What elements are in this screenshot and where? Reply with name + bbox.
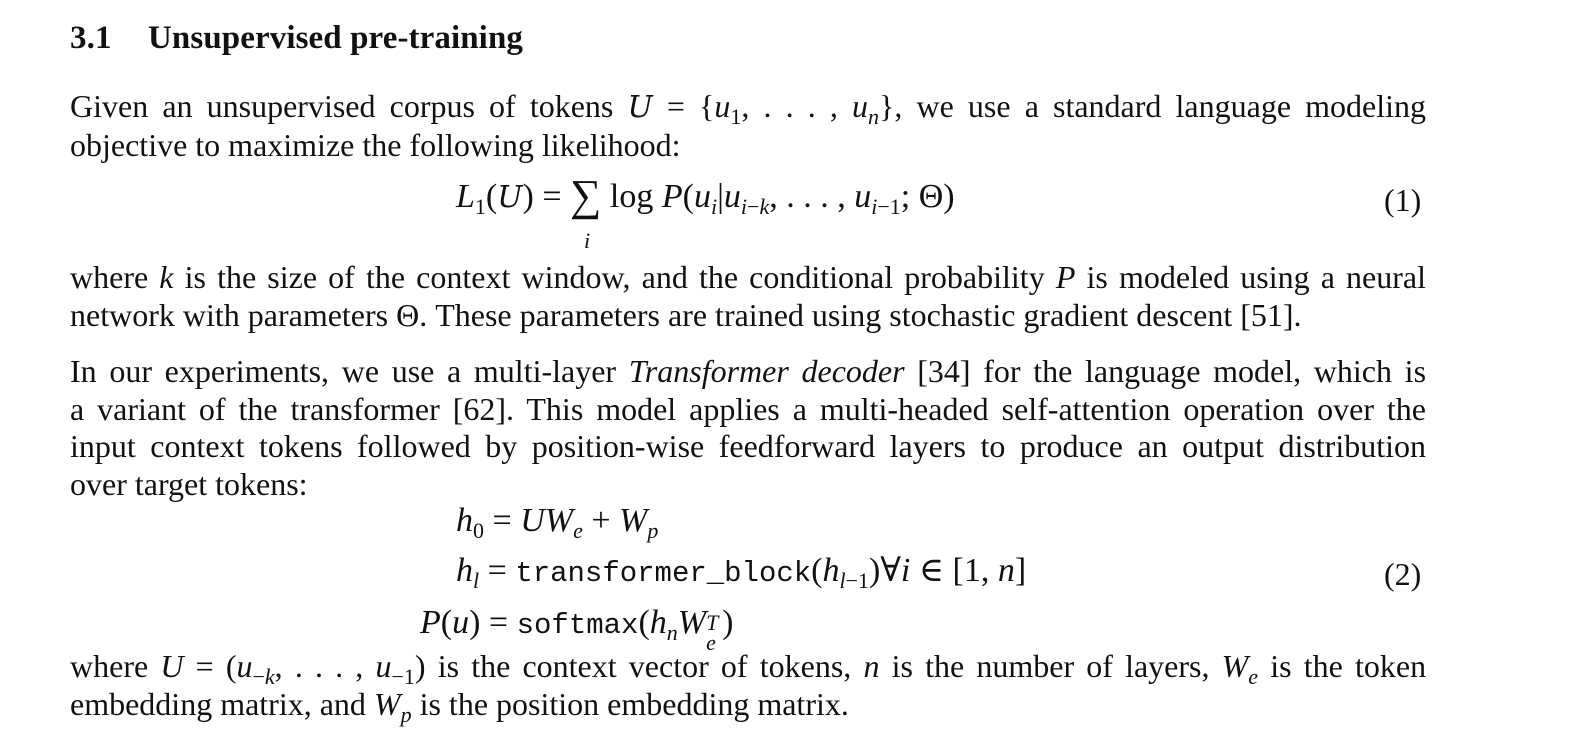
paragraph-line: over target tokens: <box>70 465 308 502</box>
paragraph-definitions: where U = (u−k, . . . , u−1) is the cont… <box>70 648 1427 727</box>
paragraph-line: input context tokens followed by positio… <box>70 428 1426 464</box>
paragraph-line: In our experiments, we use a multi-layer… <box>70 353 1427 389</box>
paragraph-context-window: where k is the size of the context windo… <box>70 259 1426 334</box>
equation-2-line-2: hl = transformer_block(hl−1)∀i ∈ [1, n] <box>456 552 1027 593</box>
paragraph-line: network with parameters Θ. These paramet… <box>70 296 1302 333</box>
paragraph-transformer: In our experiments, we use a multi-layer… <box>70 353 1426 503</box>
paragraph-line: objective to maximize the following like… <box>70 126 681 163</box>
paragraph-intro: Given an unsupervised corpus of tokens U… <box>70 88 1426 164</box>
section-title: Unsupervised pre-training <box>148 20 524 56</box>
paragraph-line: where U = (u−k, . . . , u−1) is the cont… <box>70 648 1427 689</box>
section-heading: 3.1 Unsupervised pre-training <box>70 20 523 57</box>
equation-1-number: (1) <box>1384 182 1422 218</box>
paragraph-line: a variant of the transformer [62]. This … <box>70 390 1426 427</box>
equation-2-number: (2) <box>1384 556 1422 592</box>
equation-1: L1(U) = ∑ i log P(ui|ui−k, . . . , ui−1; … <box>456 171 955 254</box>
section-number: 3.1 <box>70 20 112 56</box>
equation-2-line-3: P(u) = softmax(hnW Te) <box>420 604 734 655</box>
paragraph-line: where k is the size of the context windo… <box>70 259 1427 295</box>
paragraph-line: Given an unsupervised corpus of tokens U… <box>70 88 1427 129</box>
equation-2-line-1: h0 = UWe + Wp <box>456 502 659 543</box>
paragraph-line: embedding matrix, and Wp is the position… <box>70 685 849 727</box>
